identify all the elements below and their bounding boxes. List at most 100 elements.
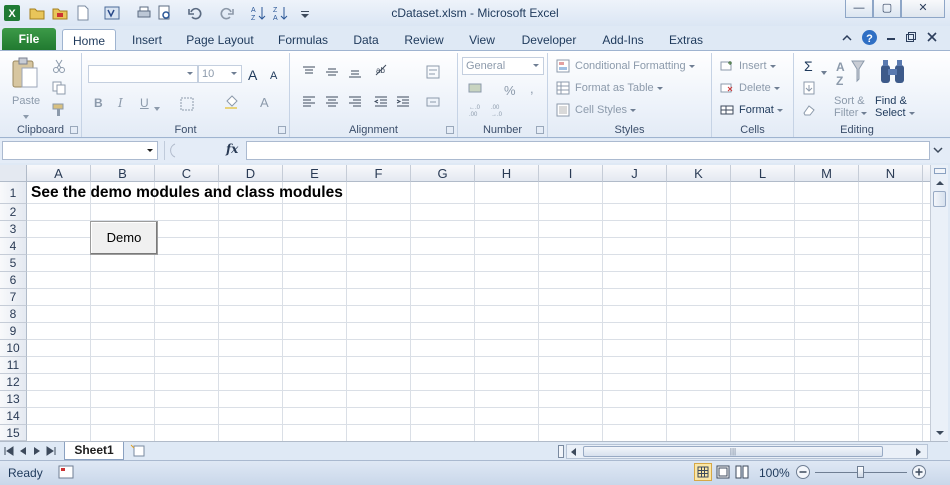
worksheet-grid[interactable]: A B C D E F G H I J K L M N 1 2 3 4 5 6 … xyxy=(0,165,930,441)
horizontal-scroll-thumb[interactable]: ||| xyxy=(583,446,883,457)
merge-center-icon[interactable] xyxy=(426,95,440,109)
clear-icon[interactable] xyxy=(802,103,816,117)
row-header-10[interactable]: 10 xyxy=(0,340,27,357)
column-header-f[interactable]: F xyxy=(347,165,411,182)
column-header-j[interactable]: J xyxy=(603,165,667,182)
insert-cells-icon[interactable] xyxy=(720,59,734,73)
row-header-9[interactable]: 9 xyxy=(0,323,27,340)
split-box-icon[interactable] xyxy=(934,168,946,174)
column-header-h[interactable]: H xyxy=(475,165,539,182)
conditional-formatting-icon[interactable] xyxy=(556,59,570,73)
bold-button[interactable]: B xyxy=(94,96,103,110)
minimize-ribbon-icon[interactable] xyxy=(841,32,853,44)
row-header-12[interactable]: 12 xyxy=(0,374,27,391)
expand-formula-icon[interactable] xyxy=(932,144,944,156)
fill-color-icon[interactable] xyxy=(224,95,238,109)
font-name-combo[interactable] xyxy=(88,65,198,83)
tab-view[interactable]: View xyxy=(464,29,500,50)
row-header-6[interactable]: 6 xyxy=(0,272,27,289)
tab-review[interactable]: Review xyxy=(400,29,448,50)
shrink-font-button[interactable]: A xyxy=(270,70,277,82)
alignment-launcher-icon[interactable] xyxy=(446,126,454,134)
row-header-11[interactable]: 11 xyxy=(0,357,27,374)
wrap-text-icon[interactable] xyxy=(426,65,440,79)
row-header-15[interactable]: 15 xyxy=(0,425,27,441)
column-header-b[interactable]: B xyxy=(91,165,155,182)
fill-icon[interactable] xyxy=(802,81,816,95)
scroll-up-icon[interactable] xyxy=(934,177,946,189)
doc-close-icon[interactable] xyxy=(926,31,938,43)
format-cells-button[interactable]: Format xyxy=(739,104,783,116)
delete-cells-button[interactable]: Delete xyxy=(739,82,780,94)
number-launcher-icon[interactable] xyxy=(536,126,544,134)
column-header-d[interactable]: D xyxy=(219,165,283,182)
format-painter-icon[interactable] xyxy=(52,103,66,117)
column-header-partial[interactable] xyxy=(923,165,930,182)
scroll-right-icon[interactable] xyxy=(913,446,923,458)
normal-view-icon[interactable] xyxy=(694,463,712,481)
page-layout-view-icon[interactable] xyxy=(715,464,731,480)
scroll-left-icon[interactable] xyxy=(569,446,579,458)
format-as-table-icon[interactable] xyxy=(556,81,570,95)
insert-function-button[interactable]: fx xyxy=(226,142,238,156)
orientation-icon[interactable]: ab xyxy=(374,63,388,77)
demo-button[interactable]: Demo xyxy=(90,221,158,255)
copy-icon[interactable] xyxy=(52,81,66,95)
tab-file[interactable]: File xyxy=(2,28,56,50)
increase-decimal-icon[interactable]: ←.0.00 xyxy=(468,103,486,118)
next-sheet-icon[interactable] xyxy=(32,445,42,457)
page-break-view-icon[interactable] xyxy=(734,464,750,480)
name-box[interactable] xyxy=(2,141,158,160)
currency-icon[interactable] xyxy=(468,81,482,95)
tab-split-icon[interactable] xyxy=(558,445,564,458)
clipboard-launcher-icon[interactable] xyxy=(70,126,78,134)
align-center-icon[interactable] xyxy=(325,95,339,109)
last-sheet-icon[interactable] xyxy=(46,445,56,457)
column-header-k[interactable]: K xyxy=(667,165,731,182)
insert-sheet-icon[interactable] xyxy=(130,443,150,459)
macro-record-icon[interactable] xyxy=(58,465,74,479)
row-header-8[interactable]: 8 xyxy=(0,306,27,323)
sheet-tab-sheet1[interactable]: Sheet1 xyxy=(64,442,124,460)
formula-separator-icon[interactable] xyxy=(164,141,224,160)
delete-cells-icon[interactable] xyxy=(720,81,734,95)
cell-styles-button[interactable]: Cell Styles xyxy=(575,104,636,116)
number-format-combo[interactable]: General xyxy=(462,57,544,75)
column-header-c[interactable]: C xyxy=(155,165,219,182)
decrease-decimal-icon[interactable]: .00 →.0 xyxy=(490,103,508,118)
align-middle-icon[interactable] xyxy=(325,65,339,79)
row-header-1[interactable]: 1 xyxy=(0,182,27,204)
zoom-out-icon[interactable] xyxy=(795,464,811,480)
minimize-button[interactable]: — xyxy=(845,0,873,18)
column-header-n[interactable]: N xyxy=(859,165,923,182)
dropdown-arrow-icon[interactable] xyxy=(820,65,828,75)
percent-button[interactable]: % xyxy=(504,83,516,98)
formula-input[interactable] xyxy=(246,141,930,160)
sort-filter-icon[interactable]: AZ xyxy=(834,57,866,89)
tab-extras[interactable]: Extras xyxy=(664,29,708,50)
row-header-7[interactable]: 7 xyxy=(0,289,27,306)
close-button[interactable]: ✕ xyxy=(901,0,945,18)
scroll-thumb[interactable] xyxy=(933,191,946,207)
sort-filter-label-1[interactable]: Sort & xyxy=(834,95,865,107)
increase-indent-icon[interactable] xyxy=(396,95,410,109)
doc-minimize-icon[interactable] xyxy=(885,32,897,44)
column-header-e[interactable]: E xyxy=(283,165,347,182)
find-select-label-1[interactable]: Find & xyxy=(875,95,907,107)
zoom-in-icon[interactable] xyxy=(911,464,927,480)
doc-restore-icon[interactable] xyxy=(905,31,917,43)
underline-button[interactable]: U xyxy=(140,96,149,110)
column-header-a[interactable]: A xyxy=(27,165,91,182)
grow-font-button[interactable]: A xyxy=(248,67,257,83)
tab-add-ins[interactable]: Add-Ins xyxy=(596,29,650,50)
row-header-3[interactable]: 3 xyxy=(0,221,27,238)
align-right-icon[interactable] xyxy=(348,95,362,109)
paste-button[interactable]: Paste xyxy=(12,95,40,107)
row-header-2[interactable]: 2 xyxy=(0,204,27,221)
tab-home[interactable]: Home xyxy=(62,29,116,50)
autosum-button[interactable]: Σ xyxy=(804,58,813,74)
row-header-4[interactable]: 4 xyxy=(0,238,27,255)
font-color-button[interactable]: A xyxy=(260,95,269,110)
row-header-5[interactable]: 5 xyxy=(0,255,27,272)
tab-insert[interactable]: Insert xyxy=(126,29,168,50)
